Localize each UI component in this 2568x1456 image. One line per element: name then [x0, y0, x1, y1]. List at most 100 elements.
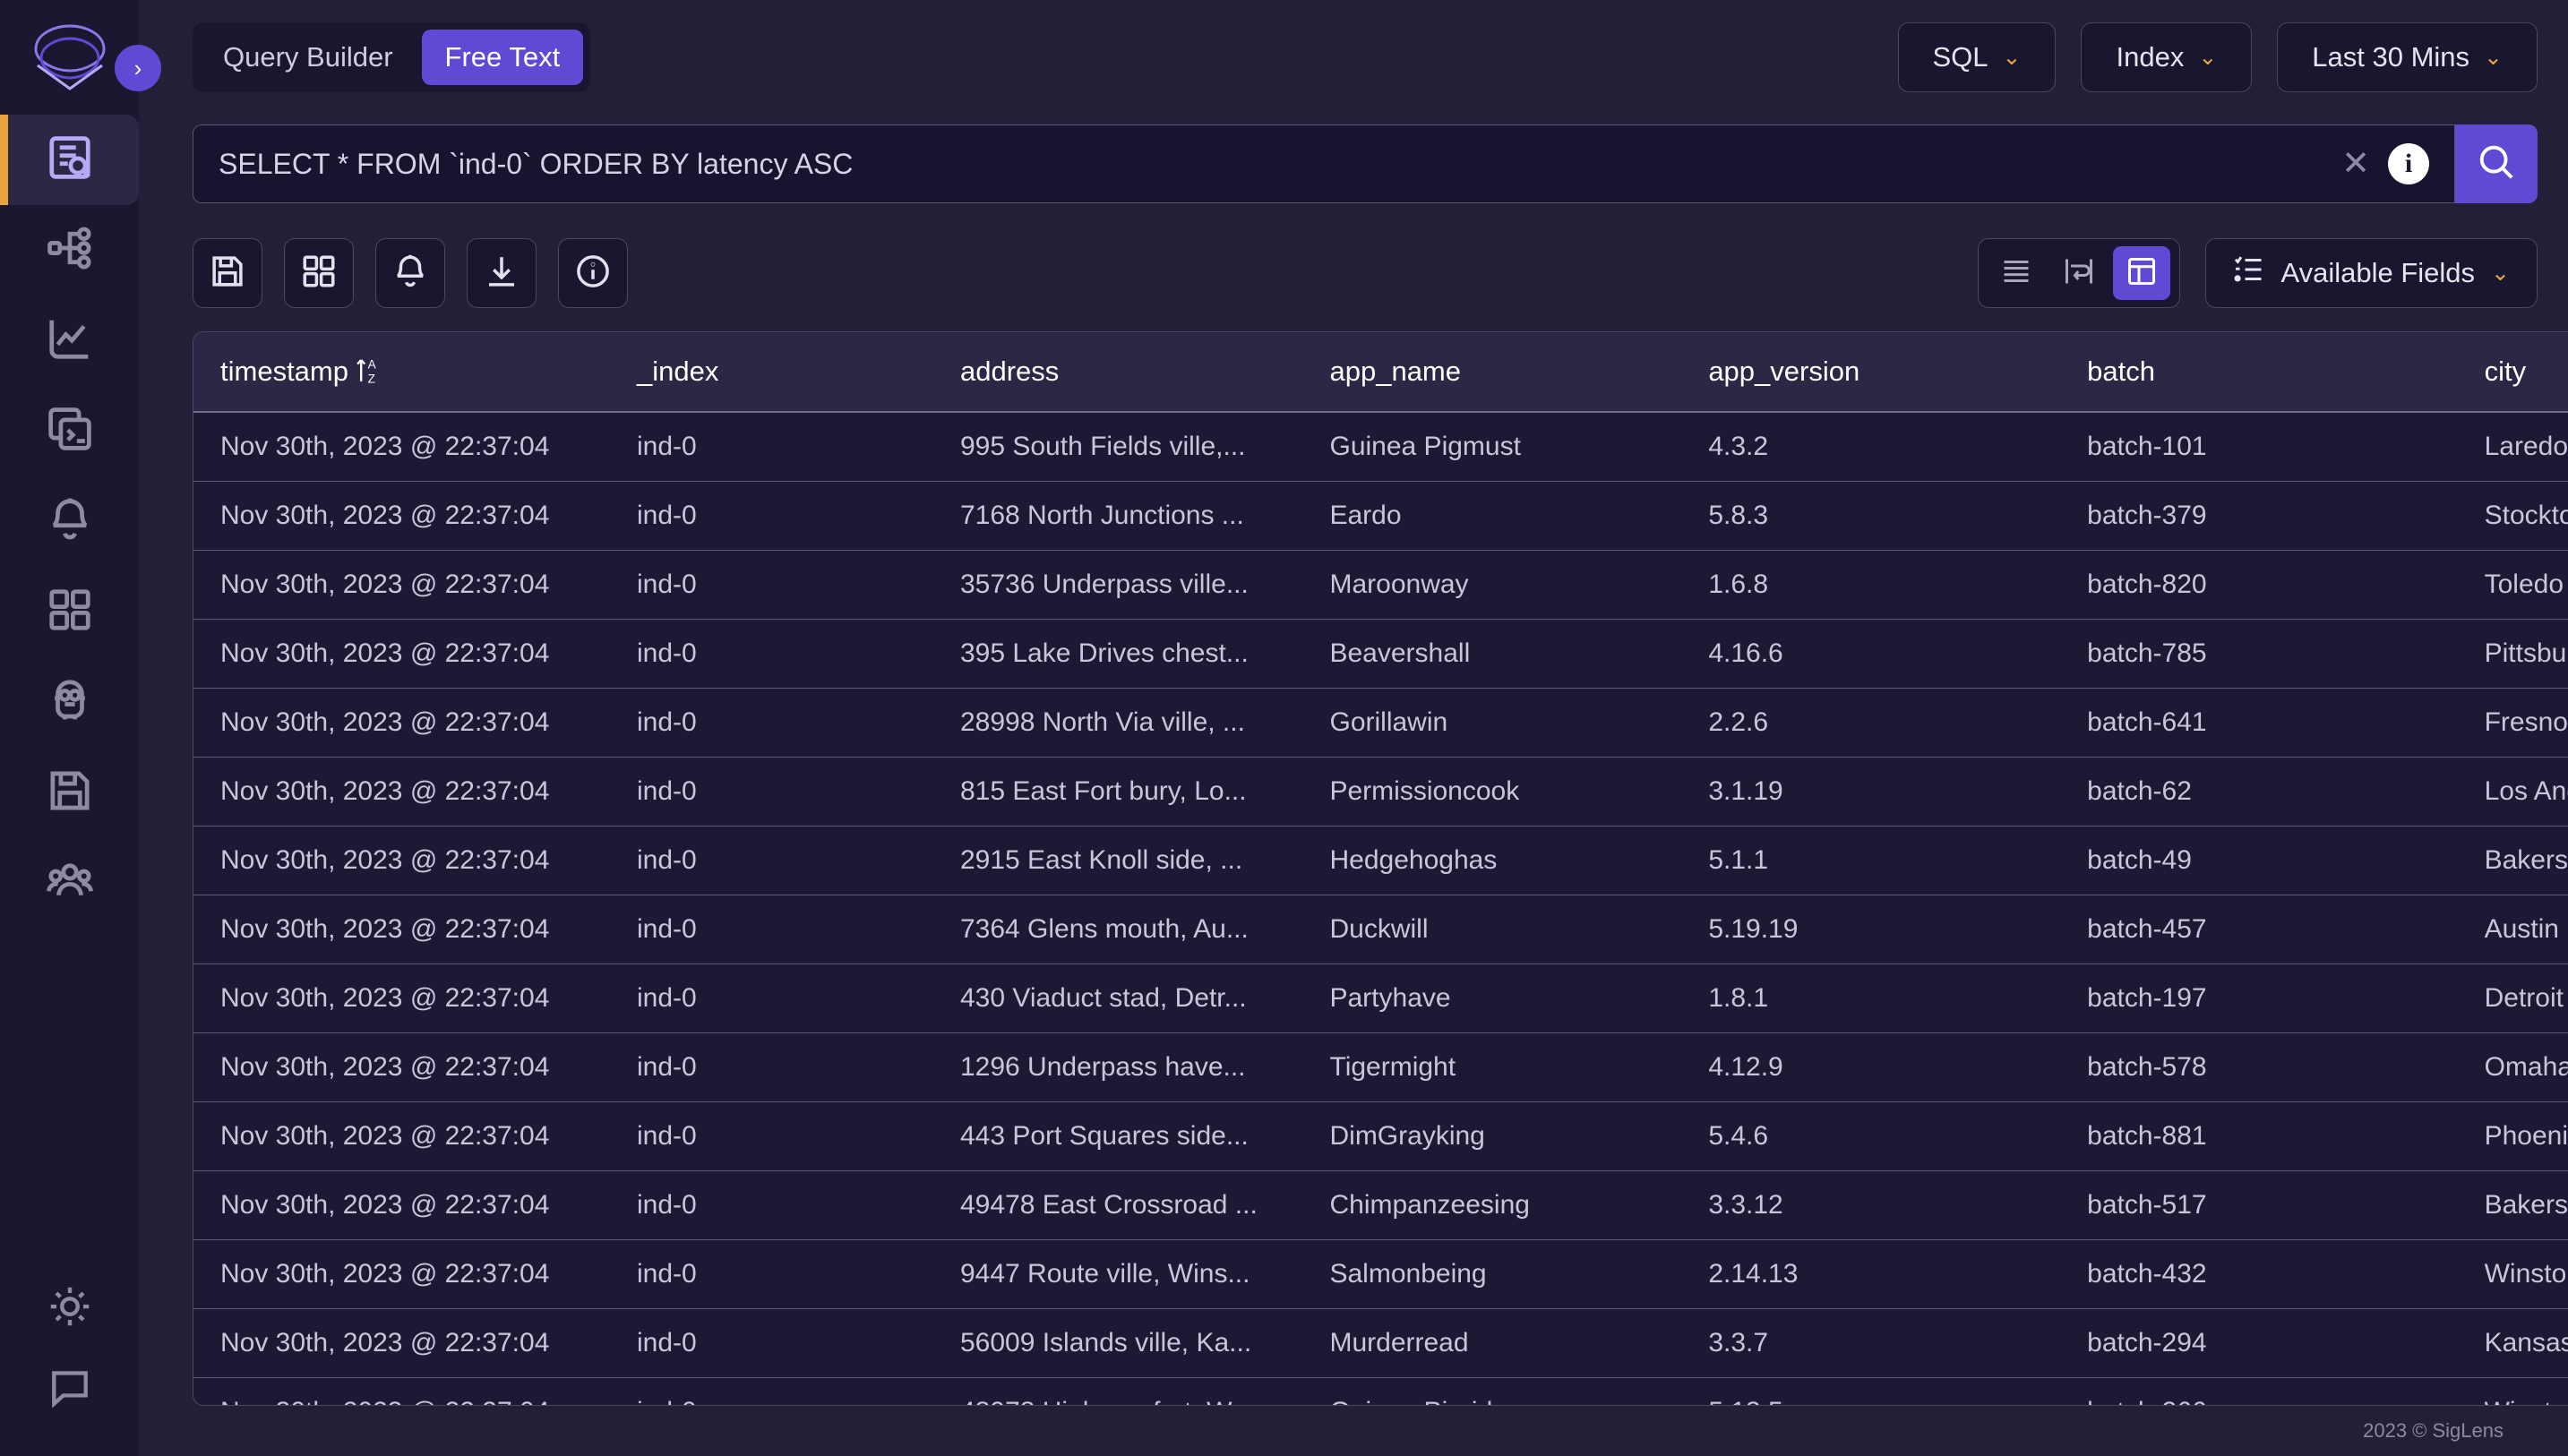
terminal-window-icon: [46, 405, 94, 458]
table-view-button[interactable]: [2112, 246, 2170, 300]
sidebar-item-feedback-chat[interactable]: [0, 1349, 139, 1429]
cell-app_version: 3.1.19: [1708, 757, 2088, 826]
download-arrow-icon: [483, 253, 520, 295]
sidebar-item-metrics[interactable]: [0, 295, 139, 386]
column-header-city[interactable]: city: [2484, 332, 2568, 413]
tab-query-builder[interactable]: Query Builder: [200, 30, 417, 85]
column-header-app-name[interactable]: app_name: [1329, 332, 1709, 413]
search-input-container[interactable]: SELECT * FROM `ind-0` ORDER BY latency A…: [193, 124, 2455, 203]
table-row[interactable]: Nov 30th, 2023 @ 22:37:04 ind-0 1296 Under…: [193, 1032, 2568, 1102]
time-range-dropdown[interactable]: Last 30 Mins ⌄: [2277, 22, 2538, 92]
cell-timestamp: Nov 30th, 2023 @ 22:37:04: [193, 688, 638, 758]
info-icon[interactable]: i: [2388, 143, 2429, 184]
column-header-app-version[interactable]: app_version: [1708, 332, 2088, 413]
table-header-row: timestamp A Z _index address app_name app_…: [193, 332, 2568, 413]
create-alert-button[interactable]: [375, 238, 445, 308]
sidebar-item-tracing[interactable]: [0, 205, 139, 295]
index-dropdown[interactable]: Index ⌄: [2081, 22, 2253, 92]
cell-city: Pittsburgh: [2484, 619, 2568, 689]
table-row[interactable]: Nov 30th, 2023 @ 22:37:04 ind-0 395 Lake D…: [193, 619, 2568, 689]
table-row[interactable]: Nov 30th, 2023 @ 22:37:04 ind-0 9447 Route…: [193, 1239, 2568, 1309]
table-row[interactable]: Nov 30th, 2023 @ 22:37:04 ind-0 35736 Unde…: [193, 550, 2568, 620]
cell-_index: ind-0: [637, 1308, 960, 1378]
footer: 2023 © SigLens: [139, 1406, 2568, 1456]
table-row[interactable]: Nov 30th, 2023 @ 22:37:04 ind-0 49478 East…: [193, 1170, 2568, 1240]
table-row[interactable]: Nov 30th, 2023 @ 22:37:04 ind-0 995 South …: [193, 412, 2568, 482]
query-language-dropdown[interactable]: SQL ⌄: [1897, 22, 2057, 92]
cell-app_name: Tigermight: [1329, 1032, 1709, 1102]
run-search-button[interactable]: [2455, 124, 2538, 203]
cell-city: Austin: [2484, 895, 2568, 964]
logo-row: ›: [0, 0, 161, 115]
sort-asc-az-icon[interactable]: AZ: [354, 355, 381, 386]
cell-timestamp: Nov 30th, 2023 @ 22:37:04: [193, 964, 638, 1033]
cell-address: 7168 North Junctions ...: [959, 481, 1330, 551]
table-row[interactable]: Nov 30th, 2023 @ 22:37:04 ind-0 430 Viaduc…: [193, 964, 2568, 1033]
cell-app_name: Gorillawin: [1329, 688, 1709, 758]
cell-_index: ind-0: [637, 412, 960, 482]
table-row[interactable]: Nov 30th, 2023 @ 22:37:04ind-048978 High…: [193, 1377, 2568, 1405]
cell-timestamp: Nov 30th, 2023 @ 22:37:04: [193, 1377, 638, 1405]
cell-timestamp: Nov 30th, 2023 @ 22:37:04: [193, 412, 638, 482]
checklist-icon: [2233, 253, 2265, 293]
table-row[interactable]: Nov 30th, 2023 @ 22:37:04 ind-0 443 Port S…: [193, 1101, 2568, 1171]
cell-timestamp: Nov 30th, 2023 @ 22:37:04: [193, 1101, 638, 1171]
column-header-timestamp[interactable]: timestamp A Z: [193, 332, 638, 413]
cell-address: 35736 Underpass ville...: [959, 550, 1330, 620]
available-fields-dropdown[interactable]: Available Fields ⌄: [2204, 238, 2538, 308]
cell-_index: ind-0: [637, 481, 960, 551]
sidebar-item-saved-queries[interactable]: [0, 748, 139, 838]
sidebar-item-theme-toggle[interactable]: [0, 1268, 139, 1349]
sidebar-item-org-users[interactable]: [0, 838, 139, 929]
table-row[interactable]: Nov 30th, 2023 @ 22:37:04 ind-0 56009 Isla…: [193, 1308, 2568, 1378]
cell-app_name: Murderread: [1329, 1308, 1709, 1378]
table-row[interactable]: Nov 30th, 2023 @ 22:37:04 ind-0 2915 East …: [193, 826, 2568, 895]
table-row[interactable]: Nov 30th, 2023 @ 22:37:04 ind-0 7364 Glens…: [193, 895, 2568, 964]
tab-free-text[interactable]: Free Text: [421, 30, 584, 85]
clear-query-icon[interactable]: ✕: [2323, 147, 2388, 181]
sidebar-item-minion-searches[interactable]: [0, 657, 139, 748]
cell-city: Toledo: [2484, 550, 2568, 620]
sidebar-item-live-tail[interactable]: [0, 386, 139, 476]
table-body: Nov 30th, 2023 @ 22:37:04 ind-0 995 South …: [193, 412, 2568, 1405]
time-range-label: Last 30 Mins: [2312, 41, 2470, 73]
chevron-down-icon: ⌄: [2491, 260, 2510, 286]
download-results-button[interactable]: [467, 238, 537, 308]
table-row[interactable]: Nov 30th, 2023 @ 22:37:04 ind-0 7168 North…: [193, 481, 2568, 551]
sidebar-item-logs-search[interactable]: [0, 115, 139, 205]
cell-timestamp: Nov 30th, 2023 @ 22:37:04: [193, 895, 638, 964]
cell-app_version: 2.2.6: [1708, 688, 2088, 758]
query-info-button[interactable]: [558, 238, 628, 308]
column-header-batch[interactable]: batch: [2087, 332, 2485, 413]
cell-_index: ind-0: [637, 826, 960, 895]
sidebar: ›: [0, 0, 161, 1456]
cell-app_version: 4.12.9: [1708, 1032, 2088, 1102]
add-to-dashboard-button[interactable]: [284, 238, 354, 308]
wrap-lines-button[interactable]: [2050, 246, 2108, 300]
cell-batch: batch-379: [2087, 481, 2485, 551]
cell-city: Winston-Salem: [2484, 1377, 2568, 1405]
save-query-button[interactable]: [193, 238, 262, 308]
cell-app_version: 2.14.13: [1708, 1239, 2088, 1309]
minion-robot-icon: [46, 676, 94, 729]
search-input[interactable]: SELECT * FROM `ind-0` ORDER BY latency A…: [219, 148, 2323, 181]
cell-app_name: Chimpanzeesing: [1329, 1170, 1709, 1240]
sidebar-nav: [0, 115, 139, 929]
sidebar-expand-button[interactable]: ›: [115, 45, 161, 91]
cell-app_version: 5.13.5: [1708, 1377, 2088, 1405]
cell-_index: ind-0: [637, 619, 960, 689]
results-table: timestamp A Z _index address app_name app_…: [193, 332, 2568, 1405]
floppy-save-icon: [46, 767, 94, 819]
list-view-button[interactable]: [1988, 246, 2045, 300]
cell-city: Los Angeles: [2484, 757, 2568, 826]
table-row[interactable]: Nov 30th, 2023 @ 22:37:04 ind-0 815 East F…: [193, 757, 2568, 826]
column-header-index[interactable]: _index: [637, 332, 960, 413]
cell-app_version: 4.3.2: [1708, 412, 2088, 482]
sidebar-item-alerts[interactable]: [0, 476, 139, 567]
sidebar-item-dashboards[interactable]: [0, 567, 139, 657]
cell-app_version: 5.1.1: [1708, 826, 2088, 895]
cell-app_name: Hedgehoghas: [1329, 826, 1709, 895]
cell-address: 395 Lake Drives chest...: [959, 619, 1330, 689]
column-header-address[interactable]: address: [959, 332, 1330, 413]
table-row[interactable]: Nov 30th, 2023 @ 22:37:04 ind-0 28998 Nort…: [193, 688, 2568, 758]
